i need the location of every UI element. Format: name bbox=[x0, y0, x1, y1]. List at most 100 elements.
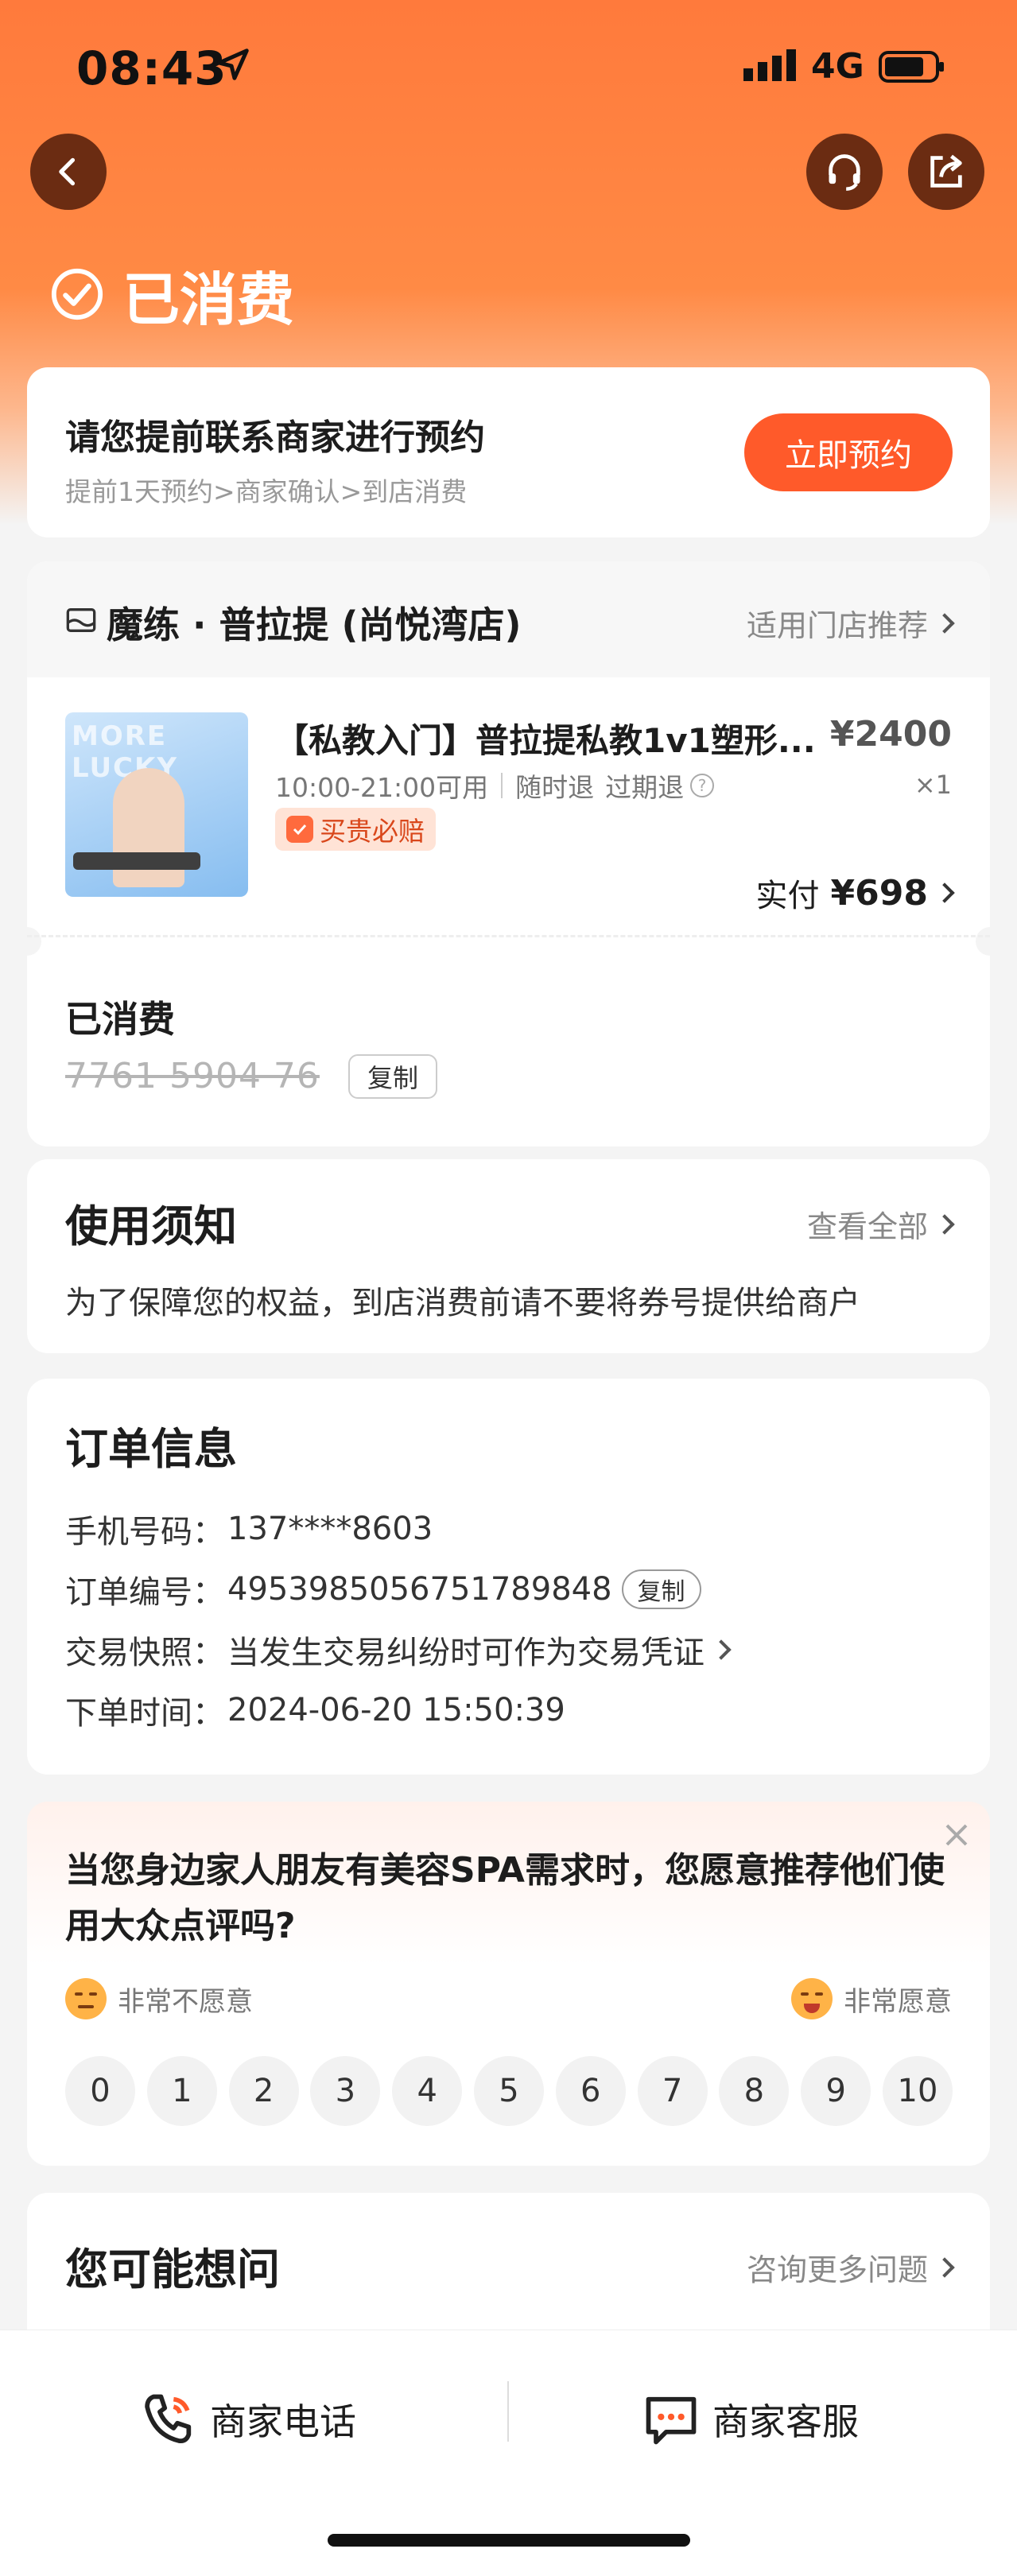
phone-label: 手机号码： bbox=[65, 1514, 224, 1550]
snapshot-label: 交易快照： bbox=[65, 1635, 224, 1671]
score-2[interactable]: 2 bbox=[228, 2056, 299, 2126]
refund-expired: 过期退 bbox=[605, 772, 685, 803]
status-bar: 08:43 4G bbox=[0, 0, 1017, 135]
order-time-value: 2024-06-20 15:50:39 bbox=[227, 1692, 565, 1728]
order-number-row: 订单编号： 4953985056751789848 复制 bbox=[65, 1566, 701, 1612]
bottom-action-bar: 商家电话 商家客服 bbox=[0, 2330, 1017, 2576]
happy-face-icon bbox=[791, 1978, 833, 2019]
score-7[interactable]: 7 bbox=[637, 2056, 708, 2126]
score-5[interactable]: 5 bbox=[473, 2056, 544, 2126]
scale-high-label: 非常愿意 bbox=[844, 1985, 952, 2018]
order-snapshot-row[interactable]: 交易快照： 当发生交易纠纷时可作为交易凭证 bbox=[65, 1627, 732, 1673]
chevron-right-icon bbox=[934, 612, 955, 634]
score-4[interactable]: 4 bbox=[392, 2056, 463, 2126]
score-1[interactable]: 1 bbox=[146, 2056, 217, 2126]
view-all-label: 查看全部 bbox=[806, 1209, 928, 1244]
refund-anytime: 随时退 bbox=[515, 772, 595, 803]
paid-label: 实付 bbox=[755, 878, 820, 914]
product-meta: 10:00-21:00可用 随时退 过期退 ? bbox=[275, 766, 715, 805]
chevron-right-icon bbox=[934, 883, 955, 903]
usage-notice-card: 使用须知 查看全部 为了保障您的权益，到店消费前请不要将券号提供给商户 bbox=[27, 1159, 990, 1353]
product-title[interactable]: 【私教入门】普拉提私教1v1塑形... bbox=[275, 714, 816, 762]
order-state: 已消费 bbox=[49, 256, 294, 333]
phone-value: 137****8603 bbox=[227, 1511, 433, 1547]
order-phone-row: 手机号码： 137****8603 bbox=[65, 1506, 433, 1552]
price-guarantee-badge: 买贵必赔 bbox=[275, 808, 436, 851]
book-now-button[interactable]: 立即预约 bbox=[744, 413, 953, 491]
score-9[interactable]: 9 bbox=[801, 2056, 871, 2126]
faq-title: 您可能想问 bbox=[65, 2244, 280, 2295]
coupon-status: 已消费 bbox=[65, 998, 175, 1041]
shop-header[interactable]: 魔练 · 普拉提 (尚悦湾店) 适用门店推荐 bbox=[27, 561, 990, 677]
check-badge-icon bbox=[286, 816, 313, 843]
shop-name: 魔练 · 普拉提 (尚悦湾店) bbox=[107, 603, 522, 646]
view-all-link[interactable]: 查看全部 bbox=[806, 1202, 955, 1246]
more-questions-label: 咨询更多问题 bbox=[746, 2252, 928, 2287]
chat-icon bbox=[646, 2396, 697, 2445]
copy-order-number-button[interactable]: 复制 bbox=[621, 1569, 701, 1609]
booking-title: 请您提前联系商家进行预约 bbox=[65, 417, 485, 458]
phone-icon bbox=[145, 2394, 192, 2443]
more-questions-link[interactable]: 咨询更多问题 bbox=[746, 2245, 955, 2289]
order-number-label: 订单编号： bbox=[65, 1574, 224, 1611]
battery-icon bbox=[879, 51, 944, 83]
score-options: 0 1 2 3 4 5 6 7 8 9 10 bbox=[65, 2056, 953, 2126]
chevron-right-icon bbox=[934, 2256, 955, 2278]
order-title: 订单信息 bbox=[65, 1424, 237, 1474]
merchant-chat-label: 商家客服 bbox=[712, 2400, 859, 2443]
scale-high: 非常愿意 bbox=[791, 1978, 952, 2019]
unhappy-face-icon bbox=[65, 1978, 107, 2019]
snapshot-value: 当发生交易纠纷时可作为交易凭证 bbox=[227, 1635, 705, 1671]
notice-title: 使用须知 bbox=[65, 1201, 237, 1251]
home-indicator bbox=[328, 2534, 690, 2547]
usage-hours: 10:00-21:00可用 bbox=[275, 772, 489, 803]
coupon-code: 7761 5904 76 bbox=[65, 1056, 320, 1096]
share-button[interactable] bbox=[908, 134, 984, 210]
state-title: 已消费 bbox=[122, 266, 295, 333]
merchant-chat-button[interactable]: 商家客服 bbox=[641, 2380, 859, 2459]
paid-amount[interactable]: 实付 ¥698 bbox=[755, 870, 955, 916]
scale-low-label: 非常不愿意 bbox=[118, 1985, 253, 2018]
order-time-label: 下单时间： bbox=[65, 1695, 224, 1732]
headset-icon bbox=[829, 154, 860, 191]
chevron-right-icon bbox=[934, 1213, 955, 1235]
share-icon bbox=[930, 154, 962, 188]
nps-survey-card: 当您身边家人朋友有美容SPA需求时，您愿意推荐他们使用大众点评吗? 非常不愿意 … bbox=[27, 1802, 990, 2166]
product-card: 魔练 · 普拉提 (尚悦湾店) 适用门店推荐 MORE LUCKY 【私教入门】… bbox=[13, 561, 1004, 1146]
score-6[interactable]: 6 bbox=[555, 2056, 626, 2126]
copy-coupon-button[interactable]: 复制 bbox=[348, 1054, 438, 1099]
notice-text: 为了保障您的权益，到店消费前请不要将券号提供给商户 bbox=[65, 1285, 860, 1321]
survey-question: 当您身边家人朋友有美容SPA需求时，您愿意推荐他们使用大众点评吗? bbox=[65, 1850, 945, 1946]
order-time-row: 下单时间： 2024-06-20 15:50:39 bbox=[65, 1687, 565, 1733]
network-type: 4G bbox=[811, 46, 864, 87]
guarantee-label: 买贵必赔 bbox=[320, 816, 425, 847]
product-quantity: ×1 bbox=[914, 770, 952, 800]
check-circle-icon bbox=[51, 268, 103, 320]
location-arrow-icon bbox=[217, 48, 249, 80]
status-time: 08:43 bbox=[76, 41, 227, 95]
divider bbox=[507, 2381, 509, 2442]
booking-card: 请您提前联系商家进行预约 提前1天预约>商家确认>到店消费 立即预约 bbox=[27, 367, 990, 537]
divider bbox=[501, 773, 503, 798]
thumbnail-equipment bbox=[73, 852, 200, 870]
scale-low: 非常不愿意 bbox=[65, 1978, 253, 2019]
back-button[interactable] bbox=[30, 134, 107, 210]
score-10[interactable]: 10 bbox=[882, 2056, 953, 2126]
booking-steps: 提前1天预约>商家确认>到店消费 bbox=[65, 476, 468, 507]
help-icon[interactable]: ? bbox=[690, 774, 715, 797]
chevron-left-icon bbox=[59, 157, 76, 186]
paid-value: ¥698 bbox=[830, 872, 928, 914]
signal-icon bbox=[743, 49, 796, 81]
score-8[interactable]: 8 bbox=[719, 2056, 790, 2126]
merchant-phone-label: 商家电话 bbox=[210, 2400, 356, 2443]
store-recommend-label: 适用门店推荐 bbox=[746, 608, 928, 643]
merchant-phone-button[interactable]: 商家电话 bbox=[138, 2380, 356, 2459]
score-0[interactable]: 0 bbox=[65, 2056, 135, 2126]
score-3[interactable]: 3 bbox=[310, 2056, 381, 2126]
product-thumbnail[interactable]: MORE LUCKY bbox=[65, 712, 248, 897]
order-info-card: 订单信息 手机号码： 137****8603 订单编号： 49539850567… bbox=[27, 1379, 990, 1775]
customer-service-button[interactable] bbox=[806, 134, 883, 210]
store-recommend-link[interactable]: 适用门店推荐 bbox=[746, 601, 955, 645]
order-number-value: 4953985056751789848 bbox=[227, 1571, 612, 1608]
chevron-right-icon bbox=[711, 1639, 732, 1660]
